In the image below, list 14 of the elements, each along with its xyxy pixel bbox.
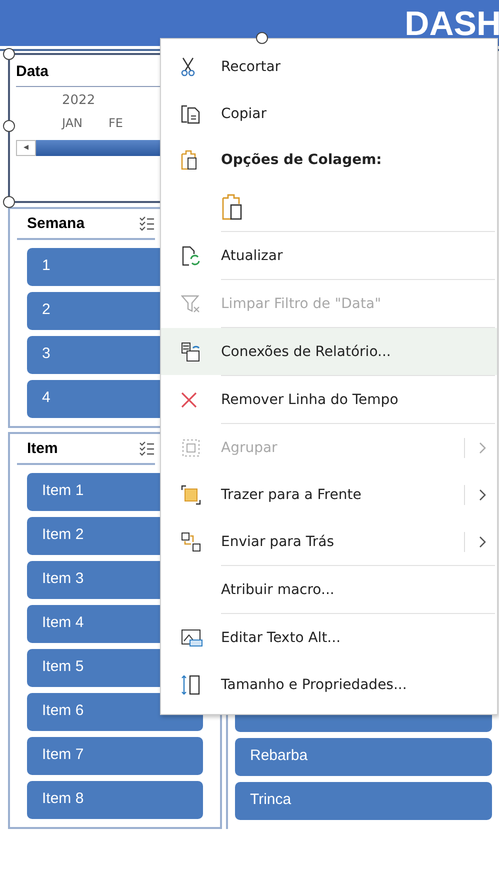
paste-options-heading: Opções de Colagem: [221,152,383,168]
dashboard-title: DASH [404,4,499,45]
slicer-item[interactable]: Trinca [235,782,492,820]
menu-item[interactable]: Copiar [161,90,497,137]
menu-item[interactable]: Conexões de Relatório... [161,328,497,375]
slicer-item[interactable]: Item 7 [27,737,203,775]
slicer-item[interactable]: Rebarba [235,738,492,776]
month-label: JAN [62,116,83,130]
slicer-title: Semana [27,215,85,232]
scroll-left-button[interactable]: ◂ [16,140,36,156]
slicer-item[interactable]: Item 8 [27,781,203,819]
year-label: 2022 [62,93,96,108]
slicer-title: Item [27,440,58,457]
month-label: FE [108,116,123,130]
